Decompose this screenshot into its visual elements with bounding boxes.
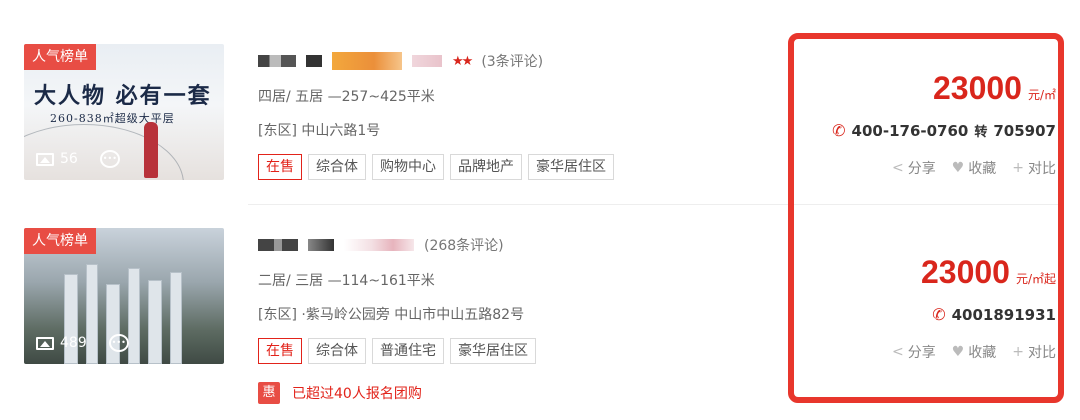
tag: 综合体 [308, 338, 366, 364]
listing-info: ★★ (3条评论) 四居/ 五居 —257~425平米 [东区] 中山六路1号 … [258, 50, 614, 180]
rank-badge: 人气榜单 [24, 44, 96, 70]
tag-on-sale: 在售 [258, 338, 302, 364]
star-icon: ★★ [452, 53, 473, 69]
tag-list: 在售 综合体 购物中心 品牌地产 豪华居住区 [258, 154, 614, 180]
review-count[interactable]: (268条评论) [424, 235, 504, 255]
thumbnail-decoration [128, 268, 140, 364]
photo-count[interactable]: 56 ••• [36, 150, 120, 168]
thumbnail-decoration [148, 280, 162, 364]
photo-count-value: 56 [60, 151, 78, 167]
tag: 普通住宅 [372, 338, 444, 364]
group-buy-promo[interactable]: 惠 已超过40人报名团购 [258, 382, 536, 404]
blurred-name [306, 55, 322, 67]
review-count[interactable]: (3条评论) [481, 51, 543, 71]
thumbnail-decoration [170, 272, 182, 364]
address: [东区] 中山六路1号 [258, 123, 381, 139]
chat-icon[interactable]: ••• [108, 334, 129, 352]
blurred-name [344, 239, 414, 251]
ad-headline: 大人物 必有一套 [34, 83, 212, 109]
blurred-name [258, 55, 296, 67]
tag: 综合体 [308, 154, 366, 180]
tag: 豪华居住区 [528, 154, 614, 180]
tag: 品牌地产 [450, 154, 522, 180]
rank-badge: 人气榜单 [24, 228, 96, 254]
highlight-annotation-box [788, 33, 1064, 403]
listing-name-row[interactable]: ★★ (3条评论) [258, 50, 614, 72]
tag: 豪华居住区 [450, 338, 536, 364]
blurred-name [308, 239, 334, 251]
listing-thumbnail[interactable]: 人气榜单 489 ••• [24, 228, 224, 364]
photo-icon [36, 152, 54, 166]
tag: 购物中心 [372, 154, 444, 180]
layout-info: 二居/ 三居 —114~161平米 [258, 273, 435, 289]
thumbnail-decoration [106, 284, 120, 364]
photo-count-value: 489 [60, 335, 87, 351]
tag-on-sale: 在售 [258, 154, 302, 180]
address: [东区] ·紫马岭公园旁 中山市中山五路82号 [258, 307, 525, 323]
photo-icon [36, 336, 54, 350]
photo-count[interactable]: 489 ••• [36, 334, 129, 352]
listing-thumbnail[interactable]: 人气榜单 大人物 必有一套 260-838㎡超级大平层 56 ••• [24, 44, 224, 180]
tag-list: 在售 综合体 普通住宅 豪华居住区 [258, 338, 536, 364]
listing-info: (268条评论) 二居/ 三居 —114~161平米 [东区] ·紫马岭公园旁 … [258, 234, 536, 404]
ad-figure [144, 122, 158, 178]
promo-text: 已超过40人报名团购 [292, 386, 422, 402]
layout-info: 四居/ 五居 —257~425平米 [258, 89, 435, 105]
promo-badge: 惠 [258, 382, 280, 404]
blurred-name [412, 55, 442, 67]
blurred-name [258, 239, 298, 251]
blurred-name [332, 52, 402, 70]
listing-name-row[interactable]: (268条评论) [258, 234, 536, 256]
chat-icon[interactable]: ••• [99, 150, 120, 168]
